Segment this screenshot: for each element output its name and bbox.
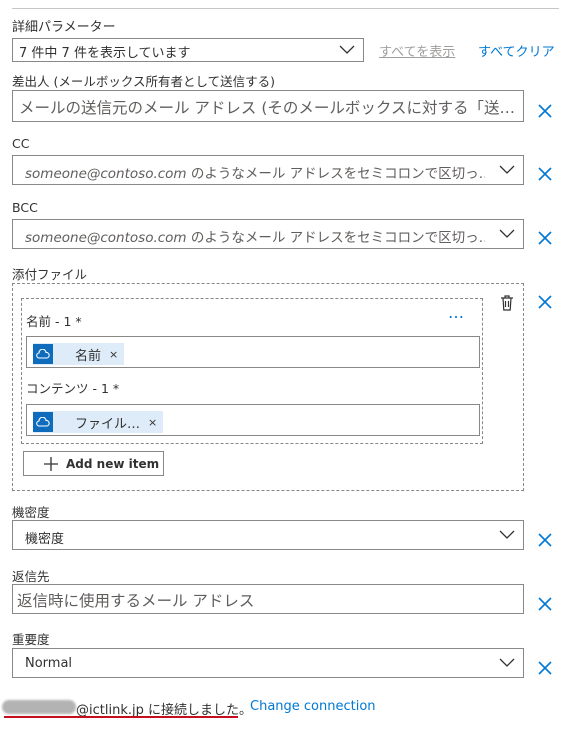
reply-to-input[interactable]: 返信時に使用するメール アドレス [12,584,524,614]
more-icon[interactable]: … [448,303,465,322]
page-title: 詳細パラメーター [12,20,116,35]
bcc-label: BCC [12,200,38,215]
token-label: 名前 [75,348,102,364]
params-dropdown-value: 7 件中 7 件を表示しています [19,46,191,61]
close-icon[interactable] [537,103,553,119]
bcc-input[interactable]: someone@contoso.com のようなメール アドレスをセミコロンで区… [12,219,524,249]
change-connection-link[interactable]: Change connection [250,699,376,714]
reply-to-label: 返信先 [12,569,50,584]
close-icon[interactable] [537,596,553,612]
importance-label: 重要度 [12,632,50,647]
chevron-down-icon [499,658,515,667]
add-new-item-button[interactable]: Add new item [23,451,164,476]
attachments-array-container: 名前 - 1 * … 名前 × コンテンツ - 1 * ファイル… × Add [12,283,524,491]
from-placeholder: メールの送信元のメール アドレス (そのメールボックスに対する「送… [19,99,515,117]
cloud-icon [33,412,53,432]
cc-input[interactable]: someone@contoso.com のようなメール アドレスをセミコロンで区… [12,155,524,185]
delete-icon[interactable] [498,294,516,312]
close-icon[interactable] [537,166,553,182]
dynamic-content-token[interactable]: 名前 × [33,343,125,365]
close-icon[interactable] [537,294,553,310]
cc-placeholder: someone@contoso.com のようなメール アドレスをセミコロンで区… [25,166,485,182]
token-label: ファイル… [75,416,141,432]
importance-dropdown[interactable]: Normal [12,648,524,678]
show-all-link[interactable]: すべてを表示 [379,41,455,60]
clear-all-link[interactable]: すべてクリア [478,41,555,60]
importance-value: Normal [25,656,73,671]
cloud-icon [33,344,53,364]
close-icon[interactable] [537,532,553,548]
cc-label: CC [12,136,30,151]
from-input[interactable]: メールの送信元のメール アドレス (そのメールボックスに対する「送… [12,90,524,122]
attachment-content-label: コンテンツ - 1 * [26,381,120,396]
token-remove-icon[interactable]: × [109,348,118,361]
chevron-down-icon [499,165,515,174]
redacted-username [2,700,76,714]
close-icon[interactable] [537,660,553,676]
sensitivity-value: 機密度 [25,532,65,547]
sensitivity-label: 機密度 [12,505,50,520]
token-remove-icon[interactable]: × [148,416,157,429]
chevron-down-icon [499,229,515,238]
attachment-name-label: 名前 - 1 * [26,314,82,329]
reply-to-placeholder: 返信時に使用するメール アドレス [17,592,255,610]
top-divider [12,8,559,9]
chevron-down-icon [339,45,355,54]
underline-highlight [4,716,238,718]
close-icon[interactable] [537,230,553,246]
plus-icon [44,456,58,471]
from-label: 差出人 (メールボックス所有者として送信する) [12,74,275,89]
dynamic-content-token[interactable]: ファイル… × [33,411,164,433]
attachments-label: 添付ファイル [12,267,88,282]
chevron-down-icon [499,530,515,539]
params-dropdown[interactable]: 7 件中 7 件を表示しています [12,38,364,62]
add-new-item-label: Add new item [66,456,160,471]
attachment-name-input[interactable]: 名前 × [26,336,480,368]
bcc-placeholder: someone@contoso.com のようなメール アドレスをセミコロンで区… [25,230,485,246]
attachment-content-input[interactable]: ファイル… × [26,404,480,436]
attachment-item: 名前 - 1 * … 名前 × コンテンツ - 1 * ファイル… × [21,298,483,444]
sensitivity-dropdown[interactable]: 機密度 [12,520,524,550]
